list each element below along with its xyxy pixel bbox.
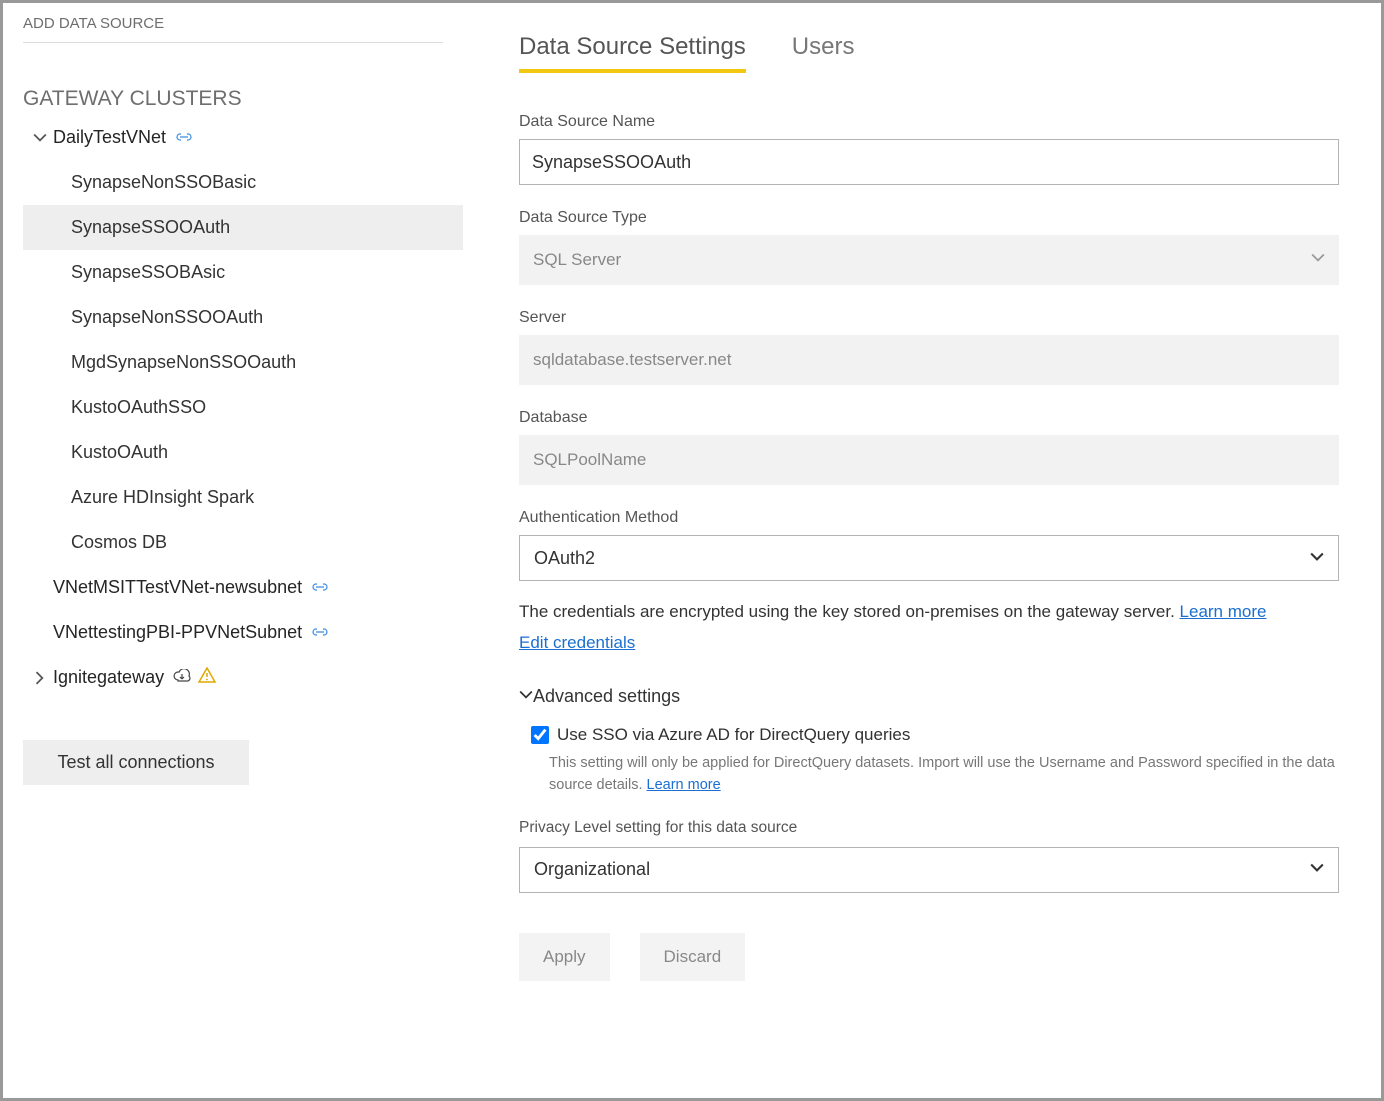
- data-source-name-label: Data Source Name: [519, 113, 1339, 131]
- credentials-info-text: The credentials are encrypted using the …: [519, 602, 1180, 621]
- advanced-settings-toggle[interactable]: Advanced settings: [519, 686, 1381, 707]
- auth-method-select[interactable]: OAuth2: [519, 535, 1339, 581]
- auth-method-label: Authentication Method: [519, 509, 1339, 527]
- cluster-label: VNettestingPBI-PPVNetSubnet: [53, 622, 302, 643]
- sso-help-text: This setting will only be applied for Di…: [549, 753, 1359, 797]
- edit-credentials-link[interactable]: Edit credentials: [519, 633, 635, 652]
- chevron-down-icon: [1310, 859, 1324, 880]
- privacy-level-value: Organizational: [534, 859, 650, 880]
- right-pane: Data Source Settings Users Data Source N…: [473, 3, 1381, 1098]
- chevron-right-icon: [27, 671, 53, 685]
- database-value-box: SQLPoolName: [519, 435, 1339, 485]
- datasource-item[interactable]: SynapseNonSSOOAuth: [23, 295, 463, 340]
- datasource-item[interactable]: MgdSynapseNonSSOOauth: [23, 340, 463, 385]
- learn-more-link[interactable]: Learn more: [1180, 602, 1267, 621]
- datasource-item[interactable]: SynapseNonSSOBasic: [23, 160, 463, 205]
- datasource-item[interactable]: Cosmos DB: [23, 520, 463, 565]
- warning-icon: [198, 667, 216, 688]
- sso-learn-more-link[interactable]: Learn more: [647, 777, 721, 793]
- link-icon: [312, 577, 328, 598]
- database-value: SQLPoolName: [533, 450, 646, 470]
- chevron-down-icon: [1311, 250, 1325, 270]
- data-source-name-input[interactable]: [519, 139, 1339, 185]
- auth-method-value: OAuth2: [534, 548, 595, 569]
- tab-users[interactable]: Users: [792, 33, 855, 73]
- tab-data-source-settings[interactable]: Data Source Settings: [519, 33, 746, 73]
- advanced-settings-label: Advanced settings: [533, 686, 680, 707]
- chevron-down-icon: [519, 686, 533, 707]
- apply-button[interactable]: Apply: [519, 933, 610, 981]
- data-source-type-label: Data Source Type: [519, 209, 1339, 227]
- gateway-clusters-heading: GATEWAY CLUSTERS: [23, 87, 473, 111]
- app-frame: ADD DATA SOURCE GATEWAY CLUSTERS DailyTe…: [0, 0, 1384, 1101]
- cluster-label: VNetMSITTestVNet-newsubnet: [53, 577, 302, 598]
- tabs: Data Source Settings Users: [519, 33, 1381, 73]
- cluster-vnettestingpbi[interactable]: VNettestingPBI-PPVNetSubnet: [23, 610, 463, 655]
- privacy-level-label: Privacy Level setting for this data sour…: [519, 819, 1381, 837]
- cluster-label: DailyTestVNet: [53, 127, 166, 148]
- cluster-dailytestvnet[interactable]: DailyTestVNet: [23, 115, 463, 160]
- datasource-item[interactable]: KustoOAuth: [23, 430, 463, 475]
- cloud-download-icon: [172, 667, 192, 688]
- datasource-item[interactable]: KustoOAuthSSO: [23, 385, 463, 430]
- server-value-box: sqldatabase.testserver.net: [519, 335, 1339, 385]
- database-label: Database: [519, 409, 1339, 427]
- data-source-type-select: SQL Server: [519, 235, 1339, 285]
- cluster-vnetmsit[interactable]: VNetMSITTestVNet-newsubnet: [23, 565, 463, 610]
- data-source-type-value: SQL Server: [533, 250, 621, 270]
- left-pane: ADD DATA SOURCE GATEWAY CLUSTERS DailyTe…: [3, 3, 473, 1098]
- use-sso-label: Use SSO via Azure AD for DirectQuery que…: [557, 725, 910, 745]
- chevron-down-icon: [1310, 548, 1324, 569]
- test-all-connections-button[interactable]: Test all connections: [23, 740, 249, 785]
- add-data-source-link[interactable]: ADD DATA SOURCE: [23, 13, 443, 43]
- link-icon: [312, 622, 328, 643]
- credentials-info-line: The credentials are encrypted using the …: [519, 597, 1381, 628]
- link-icon: [176, 127, 192, 148]
- chevron-down-icon: [27, 131, 53, 145]
- discard-button[interactable]: Discard: [640, 933, 746, 981]
- privacy-level-select[interactable]: Organizational: [519, 847, 1339, 893]
- server-value: sqldatabase.testserver.net: [533, 350, 731, 370]
- datasource-item-selected[interactable]: SynapseSSOOAuth: [23, 205, 463, 250]
- datasource-item[interactable]: SynapseSSOBAsic: [23, 250, 463, 295]
- cluster-ignitegateway[interactable]: Ignitegateway: [23, 655, 463, 700]
- cluster-label: Ignitegateway: [53, 667, 164, 688]
- server-label: Server: [519, 309, 1339, 327]
- use-sso-checkbox[interactable]: [531, 726, 549, 744]
- datasource-item[interactable]: Azure HDInsight Spark: [23, 475, 463, 520]
